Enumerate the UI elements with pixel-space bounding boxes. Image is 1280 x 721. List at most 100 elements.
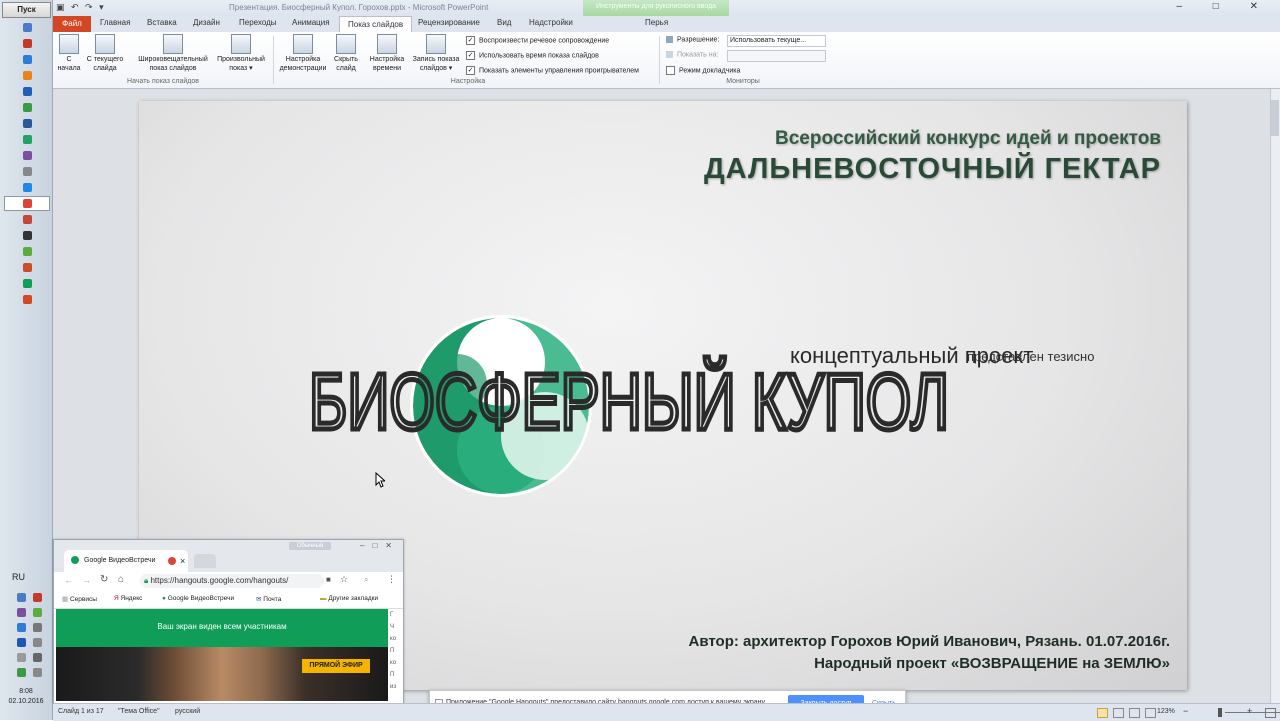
fit-window-icon[interactable] [1265, 708, 1276, 718]
taskbar-button[interactable] [4, 276, 50, 291]
language-status[interactable]: русский [175, 708, 200, 715]
taskbar-button[interactable] [4, 36, 50, 51]
viber-icon [23, 151, 32, 160]
tab-slideshow[interactable]: Показ слайдов [339, 16, 413, 33]
custom-show-button[interactable]: Произвольный показ ▾ [213, 34, 269, 73]
show-on-text: Показать на: [677, 51, 719, 59]
profile-badge[interactable]: Обычный [289, 542, 331, 550]
tab-transitions[interactable]: Переходы [239, 18, 277, 27]
timings-checkbox[interactable]: ✓ Использовать время показа слайдов [466, 51, 599, 60]
tab-insert[interactable]: Вставка [147, 18, 177, 27]
extension-icon[interactable]: ⌕ [364, 575, 368, 585]
author-line: Автор: архитектор Горохов Юрий Иванович,… [688, 633, 1170, 650]
slideshow-view-icon[interactable] [1145, 708, 1156, 718]
tab-design[interactable]: Дизайн [193, 18, 220, 27]
home-icon[interactable]: ⌂ [118, 574, 124, 585]
taskbar-button[interactable] [4, 132, 50, 147]
tab-review[interactable]: Рецензирование [418, 18, 480, 27]
bookmark-mail[interactable]: ✉ Почта [256, 595, 281, 603]
bookmark-yandex[interactable]: Я Яндекс [114, 595, 142, 602]
sorter-view-icon[interactable] [1113, 708, 1124, 718]
window-controls[interactable]: ‒ □ ✕ [1176, 1, 1272, 12]
media-icon [23, 231, 32, 240]
browser-window-controls[interactable]: ‒□✕ [360, 541, 400, 550]
tools-tray-icon[interactable] [33, 638, 42, 647]
taskbar-button[interactable] [4, 180, 50, 195]
taskbar-button[interactable] [4, 244, 50, 259]
bookmark-services[interactable]: ▦ Сервисы [62, 595, 97, 603]
system-clock[interactable]: 8:08 02.10.2016 [3, 687, 49, 707]
tab-pens[interactable]: Перья [645, 18, 668, 27]
start-button[interactable]: Пуск [2, 2, 51, 18]
taskbar-button[interactable] [4, 148, 50, 163]
address-bar[interactable]: 🔒︎ https://hangouts.google.com/hangouts/ [140, 574, 324, 588]
language-indicator[interactable]: RU [12, 572, 25, 582]
apps-icon: ▦ [62, 596, 70, 603]
narration-checkbox[interactable]: ✓ Воспроизвести речевое сопровождение [466, 36, 609, 45]
close-tab-icon[interactable]: × [180, 550, 185, 572]
scrollbar-thumb[interactable] [1271, 100, 1279, 136]
record-show-button[interactable]: Запись показа слайдов ▾ [408, 34, 464, 73]
taskbar-button[interactable] [4, 68, 50, 83]
taskbar-button[interactable] [4, 100, 50, 115]
antivirus-icon[interactable] [33, 593, 42, 602]
tab-settings[interactable]: Надстройки [529, 18, 573, 27]
taskbar-button[interactable] [4, 212, 50, 227]
taskbar-button[interactable] [4, 260, 50, 275]
speaker-icon[interactable] [33, 653, 42, 662]
hide-slide-button[interactable]: Скрыть слайд [332, 34, 360, 73]
menu-icon[interactable]: ⋮ [387, 574, 396, 585]
from-current-button[interactable]: С текущего слайда [84, 34, 126, 73]
taskbar-button[interactable] [4, 228, 50, 243]
tab-view[interactable]: Вид [497, 18, 511, 27]
from-start-button[interactable]: С начала [56, 34, 82, 73]
taskbar-button[interactable] [4, 292, 50, 307]
broadcast-button[interactable]: Широковещательный показ слайдов [133, 34, 213, 73]
browser-tab-hangouts[interactable]: Google ВидеоВстречи × [64, 550, 188, 572]
bookmark-hangouts[interactable]: ● Google ВидеоВстречи [162, 595, 234, 602]
reload-icon[interactable]: ↻ [100, 574, 108, 585]
bluetooth-icon[interactable] [17, 638, 26, 647]
skype-tray-icon[interactable] [17, 623, 26, 632]
zoom-out-icon[interactable]: − [1183, 706, 1188, 716]
back-icon[interactable]: ← [64, 575, 73, 585]
camera-icon[interactable]: ■ [326, 575, 331, 584]
taskbar-button[interactable] [4, 164, 50, 179]
network-icon[interactable] [17, 593, 26, 602]
network-tray-icon[interactable] [33, 668, 42, 677]
setup-show-button[interactable]: Настройка демонстрации [276, 34, 330, 73]
zoom-in-icon[interactable]: + [1247, 706, 1252, 716]
taskbar-button[interactable] [4, 84, 50, 99]
media-controls-checkbox[interactable]: ✓ Показать элементы управления проигрыват… [466, 66, 639, 75]
flag-icon[interactable] [33, 623, 42, 632]
bookmark-other[interactable]: ▬ Другие закладки [320, 595, 378, 602]
resolution-select[interactable]: Использовать текуще... [727, 35, 826, 47]
vertical-scrollbar[interactable] [1270, 89, 1280, 703]
taskbar-button[interactable] [4, 52, 50, 67]
tab-file[interactable]: Файл [53, 16, 91, 32]
new-tab-button[interactable] [194, 554, 216, 568]
group-separator [273, 36, 274, 84]
hangouts-browser-window[interactable]: Обычный ‒□✕ Google ВидеоВстречи × ← → ↻ … [53, 539, 404, 704]
quick-access-toolbar[interactable]: ▣ ↶ ↷ ▾ [56, 2, 106, 13]
taskbar-button[interactable] [4, 20, 50, 35]
tab-home[interactable]: Главная [100, 18, 130, 27]
viber-tray-icon[interactable] [17, 608, 26, 617]
battery-icon[interactable] [17, 668, 26, 677]
live-badge[interactable]: ПРЯМОЙ ЭФИР [302, 659, 370, 673]
presenter-view-checkbox[interactable]: Режим докладчика [666, 66, 740, 75]
reading-view-icon[interactable] [1129, 708, 1140, 718]
show-on-select[interactable] [727, 50, 826, 62]
star-icon[interactable]: ☆ [340, 574, 348, 585]
update-icon[interactable] [33, 608, 42, 617]
zoom-level[interactable]: 123% [1157, 708, 1175, 715]
taskbar-button[interactable] [4, 116, 50, 131]
normal-view-icon[interactable] [1097, 708, 1108, 718]
zoom-slider-thumb[interactable] [1218, 708, 1222, 717]
display-icon[interactable] [17, 653, 26, 662]
forward-icon[interactable]: → [82, 575, 91, 585]
taskbar-button[interactable] [4, 196, 50, 211]
word-icon [23, 119, 32, 128]
rehearse-timings-button[interactable]: Настройка времени [366, 34, 408, 73]
tab-animation[interactable]: Анимация [292, 18, 330, 27]
